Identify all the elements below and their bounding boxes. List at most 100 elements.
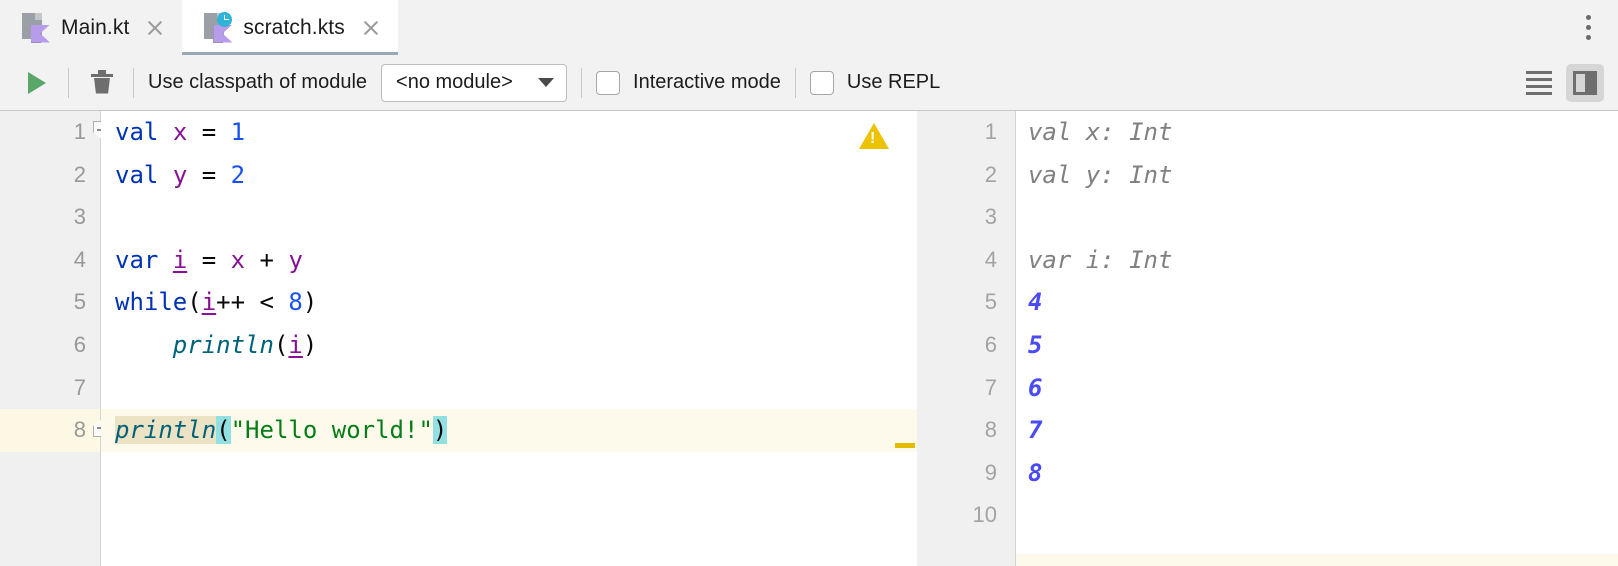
checkbox-label: Interactive mode [633,71,781,93]
classpath-label: Use classpath of module [148,71,368,93]
tab-label: Main.kt [61,15,130,39]
trash-icon[interactable] [85,66,119,100]
output-text: 4 [1027,288,1043,317]
code-token: ++ [216,288,246,317]
code-token: ) [302,330,318,359]
code-line[interactable]: while(i++ < 8) [101,281,893,324]
code-line[interactable] [101,196,893,239]
output-text: 8 [1027,458,1043,487]
editor-line-number[interactable]: 5 [0,281,100,324]
code-token: < [259,288,274,317]
ide-scratch-window: Main.kt scratch.kts Use classpath of mod… [0,0,1618,566]
toolbar-separator [68,67,69,98]
chevron-down-icon [538,78,555,87]
code-line[interactable]: val y = 2 [101,154,893,197]
module-dropdown[interactable]: <no module> [381,63,568,102]
code-token: println [115,416,217,445]
editor-line-number[interactable]: 6 [0,324,100,367]
output-row [1016,494,1618,537]
editor-line-number[interactable]: 7 [0,367,100,410]
output-text: var i: Int [1027,245,1173,274]
tab-label: scratch.kts [243,15,345,39]
interactive-mode-checkbox[interactable]: Interactive mode [596,70,781,95]
output-row: var i: Int [1016,239,1618,282]
editor-line-number[interactable]: 2 [0,154,100,197]
editor-line-number[interactable]: 3 [0,196,100,239]
code-line[interactable]: val x = 1 [101,111,893,154]
code-token: while [115,288,188,317]
checkbox-box[interactable] [809,70,834,95]
split-editor-icon[interactable] [1566,63,1604,102]
list-lines-icon[interactable] [1522,66,1556,100]
editor-line-number[interactable]: 8 [0,409,111,452]
code-token: ) [302,288,318,317]
code-token: ) [432,416,448,445]
editor-line-number[interactable]: 4 [0,239,100,282]
tab-scratch-kts[interactable]: scratch.kts [182,0,399,55]
code-token: val [115,160,159,189]
code-token: y [288,245,303,274]
output-line-number: 2 [984,161,997,187]
editor-line-number[interactable]: 1 [0,111,111,154]
code-line[interactable]: println(i) [101,324,893,367]
code-line[interactable]: var i = x + y [101,239,893,282]
checkbox-label: Use REPL [846,71,941,93]
editor-line-number-gutter[interactable]: 12345678 [0,111,111,566]
close-icon[interactable] [360,17,382,39]
code-token: y [172,160,188,189]
tab-main-kt[interactable]: Main.kt [0,0,182,55]
output-text: 7 [1027,416,1043,445]
error-stripe-margin[interactable] [892,111,917,566]
more-vertical-icon[interactable] [1574,12,1602,42]
code-token: = [201,245,217,274]
code-token: = [201,118,217,146]
use-repl-checkbox[interactable]: Use REPL [809,70,941,95]
output-row: val x: Int [1016,111,1618,154]
editor-tab-bar: Main.kt scratch.kts [0,0,1618,55]
code-token: x [172,118,188,146]
output-text: val y: Int [1027,160,1173,189]
code-editor[interactable]: val x = 1val y = 2var i = x + ywhile(i++… [101,111,893,566]
kotlin-scratch-file-icon [204,11,233,43]
code-token: 8 [288,288,303,317]
code-token: ( [216,416,231,445]
toolbar-separator [794,67,796,98]
output-line-number: 9 [984,459,997,485]
close-icon[interactable] [144,17,166,39]
code-line[interactable]: println("Hello world!") [101,409,893,452]
output-line-number: 4 [984,246,997,272]
code-token: i [288,330,303,359]
code-token: 2 [230,160,246,189]
output-row: 4 [1016,281,1618,324]
output-line-number: 10 [972,502,997,528]
warning-stripe-marker[interactable] [894,443,915,449]
run-play-icon[interactable] [20,66,54,100]
kotlin-file-icon [22,12,50,43]
output-line-number: 7 [984,374,997,400]
scratch-toolbar: Use classpath of module <no module> Inte… [0,55,1618,110]
code-token: = [201,160,217,189]
code-token: println [172,330,274,359]
output-row [1016,196,1618,239]
code-token: 1 [230,118,246,146]
scratch-output-pane: val x: Int val y: Int var i: Int 4 5 6 7 8 [1015,111,1618,566]
output-line-number: 5 [984,289,997,315]
code-token: val [115,118,159,146]
code-line[interactable] [101,367,893,410]
output-row: 8 [1016,452,1618,495]
code-token: ( [187,288,202,317]
output-row: 7 [1016,409,1618,452]
output-text: 5 [1027,330,1043,359]
toolbar-separator [133,67,134,98]
checkbox-box[interactable] [596,70,621,95]
code-token: + [259,245,274,274]
output-line-number-gutter: 1 2 3 4 5 6 7 8 9 10 [916,111,1016,566]
code-token: ( [273,330,289,359]
